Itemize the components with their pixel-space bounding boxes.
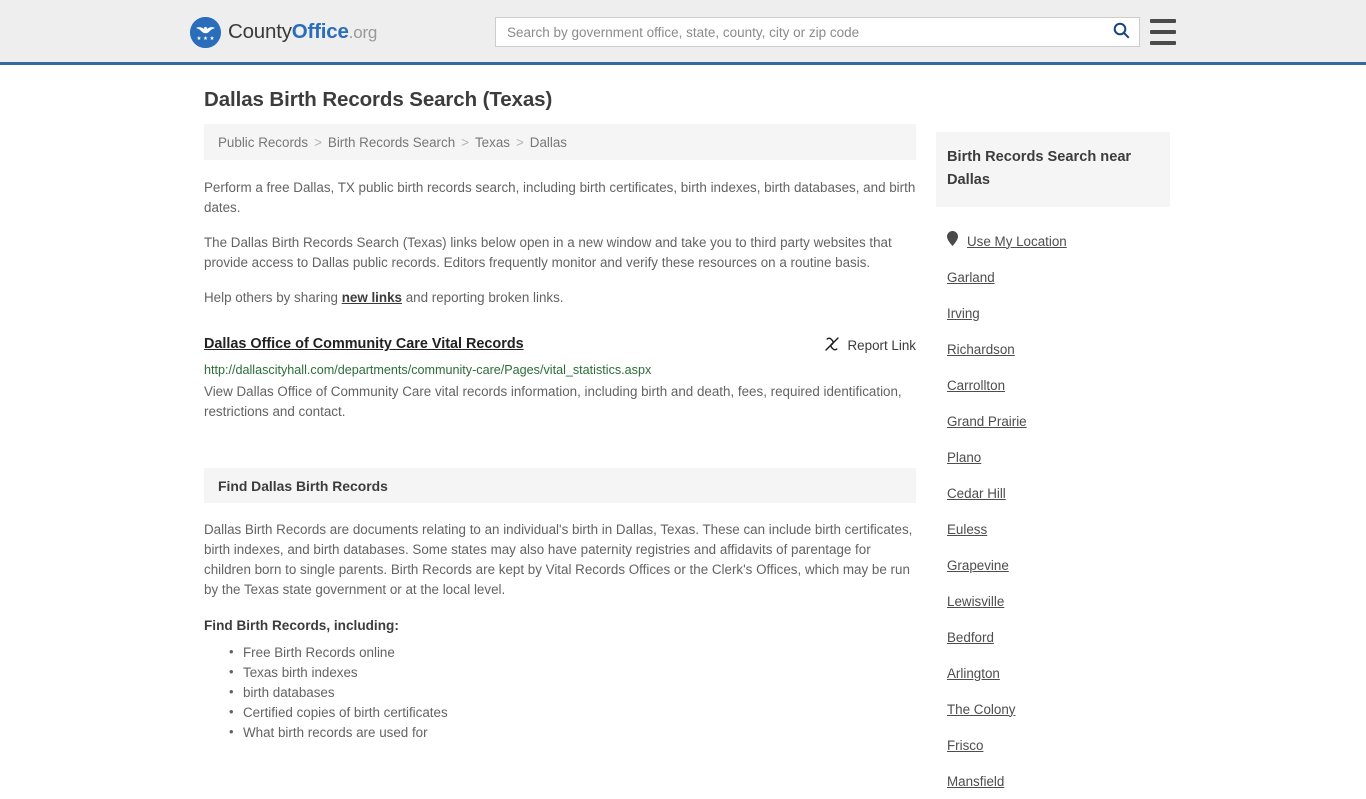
broken-link-icon bbox=[824, 336, 840, 355]
breadcrumb-item-texas[interactable]: Texas bbox=[475, 135, 510, 150]
city-link[interactable]: Lewisville bbox=[947, 594, 1004, 609]
city-link[interactable]: The Colony bbox=[947, 702, 1015, 717]
sidebar-item-use-my-location[interactable]: Use My Location bbox=[936, 223, 1170, 259]
city-link[interactable]: Carrollton bbox=[947, 378, 1005, 393]
city-link[interactable]: Richardson bbox=[947, 342, 1015, 357]
search-result-item: Dallas Office of Community Care Vital Re… bbox=[204, 335, 916, 422]
breadcrumb-item-dallas: Dallas bbox=[529, 134, 568, 150]
site-header: CountyOffice.org bbox=[0, 0, 1366, 65]
breadcrumb-separator: > bbox=[515, 134, 524, 150]
menu-bar-3 bbox=[1150, 41, 1176, 45]
list-item: What birth records are used for bbox=[229, 722, 916, 743]
sidebar-item-mansfield[interactable]: Mansfield bbox=[936, 763, 1170, 799]
sidebar-item-irving[interactable]: Irving bbox=[936, 295, 1170, 331]
intro-section: Perform a free Dallas, TX public birth r… bbox=[204, 160, 916, 308]
section-list-label: Find Birth Records, including: bbox=[204, 618, 399, 633]
new-links-link[interactable]: new links bbox=[342, 290, 402, 305]
city-link[interactable]: Bedford bbox=[947, 630, 994, 645]
result-title-link[interactable]: Dallas Office of Community Care Vital Re… bbox=[204, 335, 524, 353]
section-heading: Find Dallas Birth Records bbox=[204, 468, 916, 503]
use-my-location-link[interactable]: Use My Location bbox=[967, 234, 1067, 249]
city-link[interactable]: Euless bbox=[947, 522, 987, 537]
logo-text-office: Office bbox=[291, 20, 349, 44]
hamburger-menu-icon[interactable] bbox=[1150, 19, 1176, 45]
sidebar-item-cedar-hill[interactable]: Cedar Hill bbox=[936, 475, 1170, 511]
city-link[interactable]: Mansfield bbox=[947, 774, 1004, 789]
section-body: Dallas Birth Records are documents relat… bbox=[204, 520, 916, 743]
find-records-section: Find Dallas Birth Records Dallas Birth R… bbox=[204, 468, 916, 743]
menu-bar-1 bbox=[1150, 19, 1176, 23]
sidebar-item-plano[interactable]: Plano bbox=[936, 439, 1170, 475]
nearby-cities-list: Use My Location Garland Irving Richardso… bbox=[936, 207, 1170, 799]
sidebar-item-grand-prairie[interactable]: Grand Prairie bbox=[936, 403, 1170, 439]
list-item: Texas birth indexes bbox=[229, 662, 916, 683]
eagle-stars-seal-icon bbox=[190, 17, 221, 48]
sidebar-item-bedford[interactable]: Bedford bbox=[936, 619, 1170, 655]
main-content: Public Records > Birth Records Search > … bbox=[204, 124, 916, 743]
logo-text-county: County bbox=[228, 20, 292, 44]
sidebar-item-grapevine[interactable]: Grapevine bbox=[936, 547, 1170, 583]
city-link[interactable]: Grapevine bbox=[947, 558, 1009, 573]
sidebar-heading: Birth Records Search near Dallas bbox=[947, 149, 1132, 188]
menu-bar-2 bbox=[1150, 30, 1176, 34]
site-logo-link[interactable]: CountyOffice.org bbox=[190, 17, 377, 48]
city-link[interactable]: Cedar Hill bbox=[947, 486, 1006, 501]
intro-paragraph-2: The Dallas Birth Records Search (Texas) … bbox=[204, 235, 892, 270]
city-link[interactable]: Irving bbox=[947, 306, 980, 321]
city-link[interactable]: Frisco bbox=[947, 738, 983, 753]
search-icon bbox=[1113, 22, 1130, 42]
result-url[interactable]: http://dallascityhall.com/departments/co… bbox=[204, 363, 916, 378]
breadcrumb-item-birth-records-search[interactable]: Birth Records Search bbox=[328, 135, 455, 150]
help-prefix: Help others by sharing bbox=[204, 290, 342, 305]
list-item: Free Birth Records online bbox=[229, 642, 916, 663]
city-link[interactable]: Grand Prairie bbox=[947, 414, 1027, 429]
search-button[interactable] bbox=[1103, 18, 1139, 46]
intro-paragraph-1: Perform a free Dallas, TX public birth r… bbox=[204, 180, 916, 215]
sidebar-item-garland[interactable]: Garland bbox=[936, 259, 1170, 295]
breadcrumb-item-public-records[interactable]: Public Records bbox=[218, 135, 308, 150]
search-bar[interactable] bbox=[495, 17, 1140, 47]
sidebar-item-richardson[interactable]: Richardson bbox=[936, 331, 1170, 367]
sidebar-item-frisco[interactable]: Frisco bbox=[936, 727, 1170, 763]
sidebar-item-euless[interactable]: Euless bbox=[936, 511, 1170, 547]
result-description: View Dallas Office of Community Care vit… bbox=[204, 384, 902, 419]
sidebar-header: Birth Records Search near Dallas bbox=[936, 132, 1170, 207]
report-link-button[interactable]: Report Link bbox=[824, 335, 916, 355]
list-item: Certified copies of birth certificates bbox=[229, 702, 916, 723]
section-paragraph: Dallas Birth Records are documents relat… bbox=[204, 522, 913, 597]
map-pin-icon bbox=[947, 231, 958, 251]
sidebar: Birth Records Search near Dallas Use My … bbox=[936, 132, 1170, 799]
sidebar-item-arlington[interactable]: Arlington bbox=[936, 655, 1170, 691]
sidebar-item-lewisville[interactable]: Lewisville bbox=[936, 583, 1170, 619]
city-link[interactable]: Garland bbox=[947, 270, 995, 285]
site-logo-text: CountyOffice.org bbox=[228, 22, 377, 43]
intro-help-paragraph: Help others by sharing new links and rep… bbox=[204, 288, 916, 308]
page-body: Dallas Birth Records Search (Texas) Publ… bbox=[0, 65, 1366, 789]
sidebar-item-the-colony[interactable]: The Colony bbox=[936, 691, 1170, 727]
report-link-label: Report Link bbox=[847, 338, 916, 353]
breadcrumb-separator: > bbox=[314, 134, 322, 150]
city-link[interactable]: Plano bbox=[947, 450, 981, 465]
search-input[interactable] bbox=[496, 18, 1103, 46]
sidebar-item-carrollton[interactable]: Carrollton bbox=[936, 367, 1170, 403]
page-title: Dallas Birth Records Search (Texas) bbox=[204, 88, 553, 111]
city-link[interactable]: Arlington bbox=[947, 666, 1000, 681]
logo-text-org: .org bbox=[348, 23, 378, 43]
list-item: birth databases bbox=[229, 682, 916, 703]
section-list: Free Birth Records online Texas birth in… bbox=[204, 642, 916, 743]
breadcrumb: Public Records > Birth Records Search > … bbox=[204, 124, 916, 160]
help-suffix: and reporting broken links. bbox=[401, 290, 564, 305]
breadcrumb-separator: > bbox=[461, 134, 469, 150]
